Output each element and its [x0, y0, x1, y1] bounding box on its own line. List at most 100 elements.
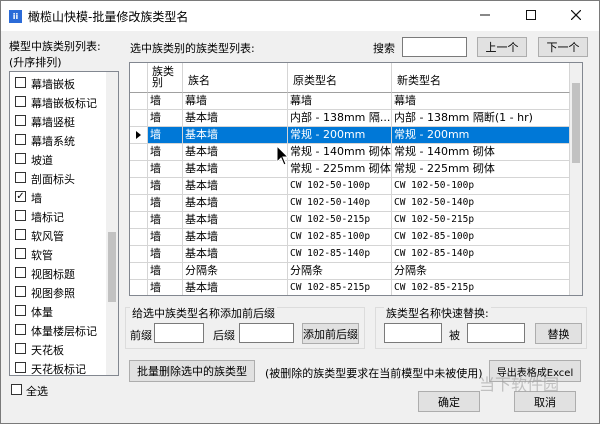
row-selector[interactable]: [130, 93, 148, 110]
grid-cell-old[interactable]: CW 102-50-215p: [288, 212, 392, 229]
grid-cell-family[interactable]: 基本墙: [183, 110, 288, 127]
category-item[interactable]: 幕墙竖梃: [10, 111, 107, 130]
grid-cell-old[interactable]: 常规 - 140mm 砌体: [288, 144, 392, 161]
row-selector[interactable]: [130, 212, 148, 229]
scrollbar-thumb[interactable]: [108, 232, 116, 302]
row-selector[interactable]: [130, 110, 148, 127]
grid-scrollbar[interactable]: [570, 63, 582, 295]
category-item[interactable]: 剖面标头: [10, 168, 107, 187]
category-checkbox[interactable]: [15, 267, 26, 278]
grid-cell-old[interactable]: CW 102-50-100p: [288, 178, 392, 195]
category-list[interactable]: 幕墙嵌板 幕墙嵌板标记 幕墙竖梃 幕墙系统 坡道 剖面标头 ✓ 墙墙标记 软风管 软管 视图标题 视图…: [9, 71, 119, 376]
category-checkbox[interactable]: [15, 305, 26, 316]
grid-cell-category[interactable]: 墙: [148, 110, 183, 127]
grid-cell-old[interactable]: CW 102-85-140p: [288, 246, 392, 263]
category-item[interactable]: 视图参照: [10, 282, 107, 301]
category-item[interactable]: 幕墙系统: [10, 130, 107, 149]
row-selector[interactable]: [130, 246, 148, 263]
category-checkbox[interactable]: [15, 134, 26, 145]
prev-button[interactable]: 上一个: [477, 37, 527, 57]
row-selector[interactable]: [130, 161, 148, 178]
grid-cell-category[interactable]: 墙: [148, 93, 183, 110]
grid-cell-family[interactable]: 基本墙: [183, 280, 288, 295]
next-button[interactable]: 下一个: [538, 37, 588, 57]
grid-cell-old[interactable]: CW 102-85-215p: [288, 280, 392, 295]
grid-cell-new[interactable]: CW 102-50-100p: [392, 178, 570, 195]
minimize-button[interactable]: [462, 1, 508, 31]
category-item[interactable]: 天花板标记: [10, 358, 107, 375]
grid-cell-new[interactable]: CW 102-85-100p: [392, 229, 570, 246]
grid-cell-category[interactable]: 墙: [148, 263, 183, 280]
grid-cell-category[interactable]: 墙: [148, 127, 183, 144]
replace-find-input[interactable]: [384, 323, 442, 343]
grid-cell-family[interactable]: 分隔条: [183, 263, 288, 280]
grid-cell-category[interactable]: 墙: [148, 178, 183, 195]
category-item[interactable]: 坡道: [10, 149, 107, 168]
category-checkbox[interactable]: [15, 362, 26, 373]
grid-cell-old[interactable]: 常规 - 225mm 砌体: [288, 161, 392, 178]
grid-cell-new[interactable]: 常规 - 200mm: [392, 127, 570, 144]
row-selector[interactable]: [130, 195, 148, 212]
category-item[interactable]: 软风管: [10, 225, 107, 244]
category-item[interactable]: ✓ 墙: [10, 187, 107, 206]
category-checkbox[interactable]: [15, 286, 26, 297]
grid-cell-category[interactable]: 墙: [148, 229, 183, 246]
grid-header-family[interactable]: 族名: [183, 63, 288, 93]
grid-cell-family[interactable]: 基本墙: [183, 178, 288, 195]
grid-cell-family[interactable]: 基本墙: [183, 246, 288, 263]
grid-cell-new[interactable]: CW 102-85-140p: [392, 246, 570, 263]
batch-delete-button[interactable]: 批量删除选中的族类型: [129, 360, 255, 382]
category-checkbox[interactable]: [15, 343, 26, 354]
grid-cell-category[interactable]: 墙: [148, 246, 183, 263]
grid-cell-old[interactable]: CW 102-50-140p: [288, 195, 392, 212]
replace-with-input[interactable]: [467, 323, 525, 343]
row-selector[interactable]: [130, 229, 148, 246]
grid-cell-new[interactable]: 常规 - 225mm 砌体: [392, 161, 570, 178]
replace-button[interactable]: 替换: [535, 323, 582, 344]
category-item[interactable]: 体量: [10, 301, 107, 320]
grid-cell-family[interactable]: 基本墙: [183, 144, 288, 161]
category-item[interactable]: 体量楼层标记: [10, 320, 107, 339]
category-checkbox[interactable]: ✓: [15, 191, 26, 202]
prefix-input[interactable]: [154, 323, 204, 343]
add-prefix-suffix-button[interactable]: 添加前后缀: [302, 323, 359, 344]
grid-cell-category[interactable]: 墙: [148, 161, 183, 178]
grid-cell-old[interactable]: 内部 - 138mm 隔...: [288, 110, 392, 127]
grid-cell-new[interactable]: CW 102-85-215p: [392, 280, 570, 295]
suffix-input[interactable]: [239, 323, 294, 343]
grid-cell-new[interactable]: 内部 - 138mm 隔断(1 - hr): [392, 110, 570, 127]
category-checkbox[interactable]: [15, 115, 26, 126]
row-selector[interactable]: [130, 263, 148, 280]
type-grid[interactable]: 族类别 族名 原类型名 新类型名 墙幕墙 幕墙 幕墙墙基本墙 内部 - 138mm 隔…: [129, 62, 583, 296]
grid-cell-new[interactable]: 分隔条: [392, 263, 570, 280]
grid-header-category[interactable]: 族类别: [148, 63, 183, 93]
category-checkbox[interactable]: [15, 77, 26, 88]
grid-cell-family[interactable]: 基本墙: [183, 161, 288, 178]
search-input[interactable]: [402, 37, 467, 57]
grid-cell-family[interactable]: 基本墙: [183, 229, 288, 246]
category-item[interactable]: 幕墙嵌板标记: [10, 92, 107, 111]
category-item[interactable]: 软管: [10, 244, 107, 263]
grid-cell-old[interactable]: 分隔条: [288, 263, 392, 280]
row-selector[interactable]: [130, 178, 148, 195]
grid-cell-new[interactable]: CW 102-50-215p: [392, 212, 570, 229]
close-button[interactable]: [553, 1, 599, 31]
grid-cell-category[interactable]: 墙: [148, 280, 183, 295]
select-all-checkbox[interactable]: [11, 384, 22, 395]
category-checkbox[interactable]: [15, 229, 26, 240]
grid-header-new-name[interactable]: 新类型名: [392, 63, 570, 93]
grid-cell-old[interactable]: CW 102-85-100p: [288, 229, 392, 246]
category-checkbox[interactable]: [15, 153, 26, 164]
grid-cell-new[interactable]: 常规 - 140mm 砌体: [392, 144, 570, 161]
grid-cell-old[interactable]: 幕墙: [288, 93, 392, 110]
grid-cell-category[interactable]: 墙: [148, 144, 183, 161]
grid-scrollbar-thumb[interactable]: [572, 83, 580, 163]
grid-cell-category[interactable]: 墙: [148, 195, 183, 212]
row-selector[interactable]: [130, 280, 148, 295]
category-item[interactable]: 天花板: [10, 339, 107, 358]
grid-cell-new[interactable]: 幕墙: [392, 93, 570, 110]
category-checkbox[interactable]: [15, 248, 26, 259]
grid-cell-family[interactable]: 基本墙: [183, 127, 288, 144]
category-checkbox[interactable]: [15, 96, 26, 107]
category-checkbox[interactable]: [15, 172, 26, 183]
